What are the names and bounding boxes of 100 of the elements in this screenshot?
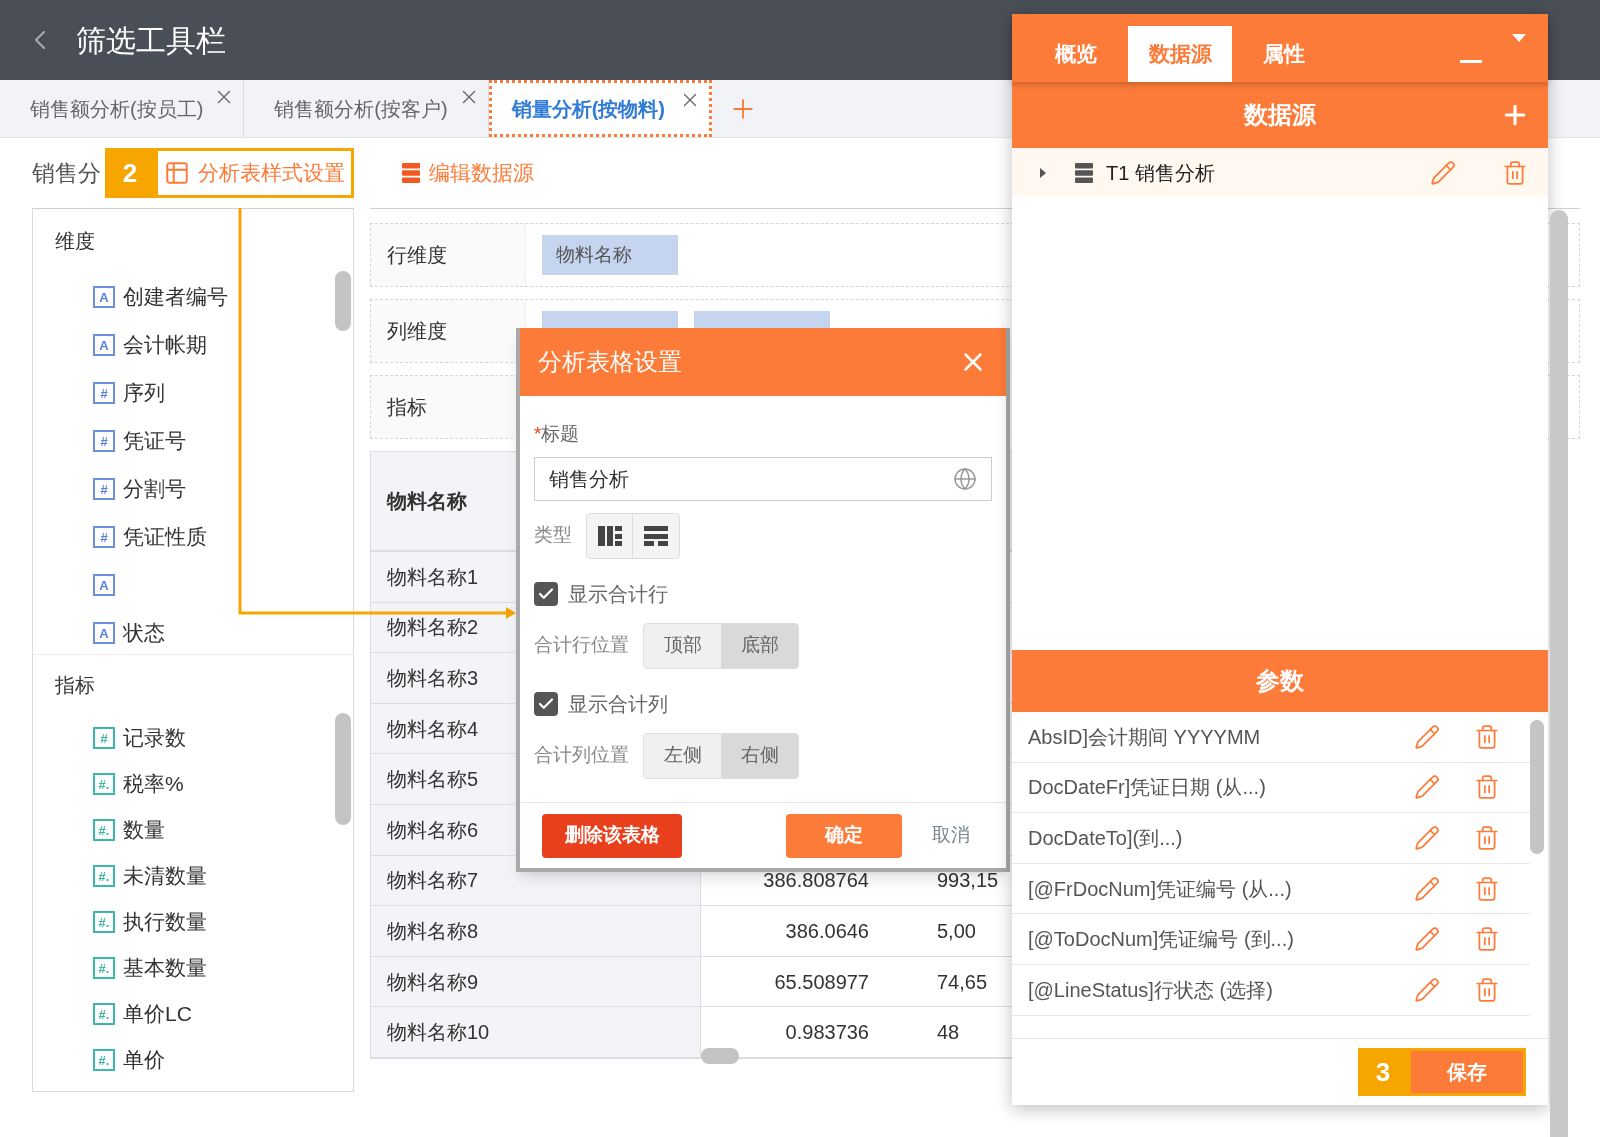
zone-label: 列维度: [387, 319, 447, 344]
field-type-icon: #: [93, 430, 115, 452]
field-type-icon: #.: [93, 1003, 115, 1025]
column-header: 物料名称: [387, 489, 467, 514]
edit-icon[interactable]: [1414, 723, 1440, 750]
delete-icon[interactable]: [1502, 159, 1528, 186]
delete-icon[interactable]: [1474, 875, 1500, 902]
field-type-icon: #: [93, 382, 115, 404]
document-tab[interactable]: 销售额分析(按员工): [0, 80, 245, 137]
segment-option[interactable]: 右侧: [721, 733, 798, 778]
zone-label: 行维度: [387, 243, 447, 268]
field-type-icon: #.: [93, 911, 115, 933]
table-icon: [164, 160, 190, 186]
field-type-icon: A: [93, 334, 115, 356]
edit-icon[interactable]: [1414, 926, 1440, 953]
edit-icon[interactable]: [1430, 159, 1456, 186]
delete-icon[interactable]: [1474, 976, 1500, 1003]
field-item[interactable]: #. 执行数量: [33, 899, 353, 945]
field-type-icon: #: [93, 526, 115, 548]
field-item[interactable]: #. 基本数量: [33, 945, 353, 991]
table-cell: 物料名称9: [371, 956, 701, 1007]
field-item[interactable]: #. 单价: [33, 1037, 353, 1083]
zone-label: 指标: [387, 395, 427, 420]
field-label: *标题: [534, 422, 581, 446]
delete-icon[interactable]: [1474, 825, 1500, 851]
scrollbar-thumb[interactable]: [335, 713, 351, 825]
field-type-icon: #: [93, 727, 115, 749]
table-cell-text: 993,15: [937, 868, 999, 894]
minimize-icon[interactable]: [1460, 60, 1482, 64]
expand-icon[interactable]: [1040, 167, 1046, 178]
list-icon: [644, 525, 668, 546]
table-cell: 物料名称10: [371, 1007, 701, 1057]
delete-table-button[interactable]: 删除该表格: [542, 813, 682, 858]
database-icon: [1074, 161, 1094, 184]
field-type-icon: #.: [93, 819, 115, 841]
parameter-row[interactable]: DocDateFr]凭证日期 (从...): [1012, 762, 1530, 814]
checkbox[interactable]: [534, 581, 558, 606]
delete-icon[interactable]: [1474, 926, 1500, 953]
field-type-icon: #.: [93, 865, 115, 887]
caret-down-icon[interactable]: [1512, 34, 1526, 42]
scrollbar-thumb[interactable]: [701, 1047, 739, 1064]
field-item[interactable]: # 序列: [33, 369, 353, 417]
field-item[interactable]: #. 数量: [33, 807, 353, 853]
scrollbar-thumb[interactable]: [1550, 210, 1568, 1137]
table-cell-text: 65.508977: [774, 969, 869, 995]
document-tab[interactable]: 销量分析(按物料): [488, 80, 712, 137]
globe-icon[interactable]: [953, 466, 977, 491]
field-chip[interactable]: 物料名称: [542, 235, 678, 275]
table-cell-text: 48: [937, 1020, 960, 1046]
field-type-icon: A: [93, 286, 115, 308]
field-item[interactable]: A: [33, 561, 353, 609]
document-tab[interactable]: 销售额分析(按客户): [244, 80, 489, 137]
field-item[interactable]: #. 单价LC: [33, 991, 353, 1037]
field-type-icon: A: [93, 574, 115, 596]
edit-icon[interactable]: [1414, 825, 1440, 851]
table-cell-text: 74,65: [937, 969, 988, 995]
source-row[interactable]: T1 销售分析: [1012, 148, 1548, 197]
scrollbar-thumb[interactable]: [1530, 720, 1544, 854]
delete-icon[interactable]: [1474, 774, 1500, 801]
field-item[interactable]: A 创建者编号: [33, 273, 353, 321]
dialog-title: 分析表格设置: [538, 347, 682, 377]
table-cell: 物料名称8: [371, 906, 701, 956]
field-item[interactable]: # 记录数: [33, 715, 353, 761]
checkbox[interactable]: [534, 691, 558, 716]
grid-icon: [597, 525, 622, 546]
edit-icon[interactable]: [1414, 976, 1440, 1003]
field-label: 类型: [534, 523, 572, 548]
cancel-button[interactable]: 取消: [932, 821, 970, 850]
section-title: 指标: [55, 673, 95, 698]
field-type-icon: #.: [93, 957, 115, 979]
title-input[interactable]: 销售分析: [534, 456, 992, 501]
table-cell-text: 5,00: [937, 918, 976, 944]
field-item[interactable]: # 凭证号: [33, 417, 353, 465]
table-cell-text: 0.983736: [785, 1020, 869, 1046]
parameter-row[interactable]: [@FrDocNum]凭证编号 (从...): [1012, 863, 1530, 915]
field-item[interactable]: #. 税率%: [33, 761, 353, 807]
parameter-row[interactable]: AbsID]会计期间 YYYYMM: [1012, 712, 1530, 763]
edit-icon[interactable]: [1414, 875, 1440, 902]
table-cell-text: 386.808764: [763, 868, 869, 894]
table-cell-text: 386.0646: [785, 918, 869, 944]
section-title: 数据源: [1244, 100, 1316, 130]
parameter-row[interactable]: [@LineStatus]行状态 (选择): [1012, 964, 1530, 1016]
field-item[interactable]: A 状态: [33, 609, 353, 657]
field-item[interactable]: # 分割号: [33, 465, 353, 513]
field-type-icon: #: [93, 478, 115, 500]
parameter-row[interactable]: DocDateTo](到...): [1012, 813, 1530, 864]
delete-icon[interactable]: [1474, 723, 1500, 750]
page-title: 筛选工具栏: [76, 22, 226, 59]
callout-badge: 3: [1358, 1048, 1408, 1096]
edit-icon[interactable]: [1414, 774, 1440, 801]
field-type-icon: #.: [93, 773, 115, 795]
section-title: 参数: [1256, 666, 1304, 696]
field-item[interactable]: #. 未清数量: [33, 853, 353, 899]
field-type-icon: A: [93, 622, 115, 644]
segment-option[interactable]: 底部: [721, 623, 798, 668]
field-item[interactable]: # 凭证性质: [33, 513, 353, 561]
field-item[interactable]: A 会计帐期: [33, 321, 353, 369]
parameter-row[interactable]: [@ToDocNum]凭证编号 (到...): [1012, 914, 1530, 965]
field-type-icon: #.: [93, 1049, 115, 1071]
scrollbar-thumb[interactable]: [335, 271, 351, 331]
